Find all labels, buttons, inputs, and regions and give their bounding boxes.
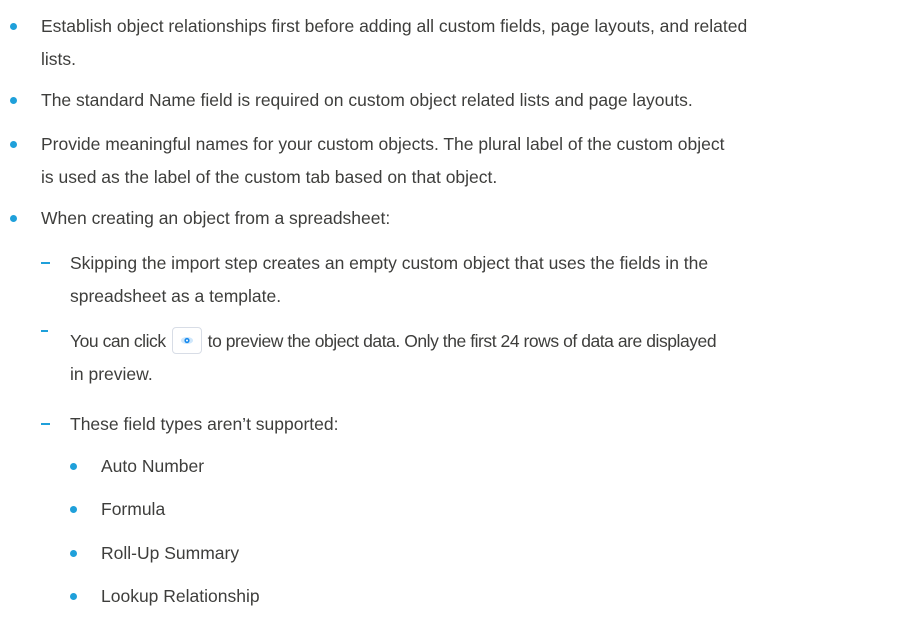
sub-list-item-text-before-icon: You can click: [70, 331, 166, 351]
list-item-text: Establish object relationships first bef…: [41, 16, 748, 36]
bullet-marker: [70, 463, 77, 470]
bullet-marker: [70, 593, 77, 600]
dash-marker: [41, 262, 50, 264]
sub-list-item-text: spreadsheet as a template.: [70, 286, 282, 306]
eye-icon: [180, 336, 193, 344]
bullet-marker: [10, 141, 17, 148]
list-item-text: The standard Name field is required on c…: [41, 90, 693, 110]
bullet-marker: [70, 506, 77, 513]
field-type-item: Lookup Relationship: [101, 586, 260, 606]
dash-marker: [41, 330, 48, 332]
sub-list-item-text: in preview.: [70, 364, 153, 384]
list-item-text: is used as the label of the custom tab b…: [41, 167, 498, 187]
field-type-item: Roll-Up Summary: [101, 543, 240, 563]
bullet-marker: [10, 97, 17, 104]
bullet-marker: [70, 550, 77, 557]
field-type-item: Auto Number: [101, 456, 205, 476]
preview-button[interactable]: [171, 326, 202, 354]
bullet-marker: [10, 215, 17, 222]
list-item-text: When creating an object from a spreadshe…: [41, 208, 391, 228]
list-item-text: lists.: [41, 49, 76, 69]
sub-list-item-text: You can click to preview the object data.…: [70, 326, 717, 356]
sub-list-item-text: Skipping the import step creates an empt…: [70, 253, 709, 273]
list-item-text: Provide meaningful names for your custom…: [41, 134, 725, 154]
sub-list-item-text-after-icon: to preview the object data. Only the fir…: [207, 331, 717, 351]
dash-marker: [41, 423, 50, 425]
document-body: Establish object relationships first bef…: [0, 0, 906, 622]
bullet-marker: [10, 23, 17, 30]
sub-list-item-text: These field types aren’t supported:: [70, 414, 339, 434]
field-type-item: Formula: [101, 499, 166, 519]
